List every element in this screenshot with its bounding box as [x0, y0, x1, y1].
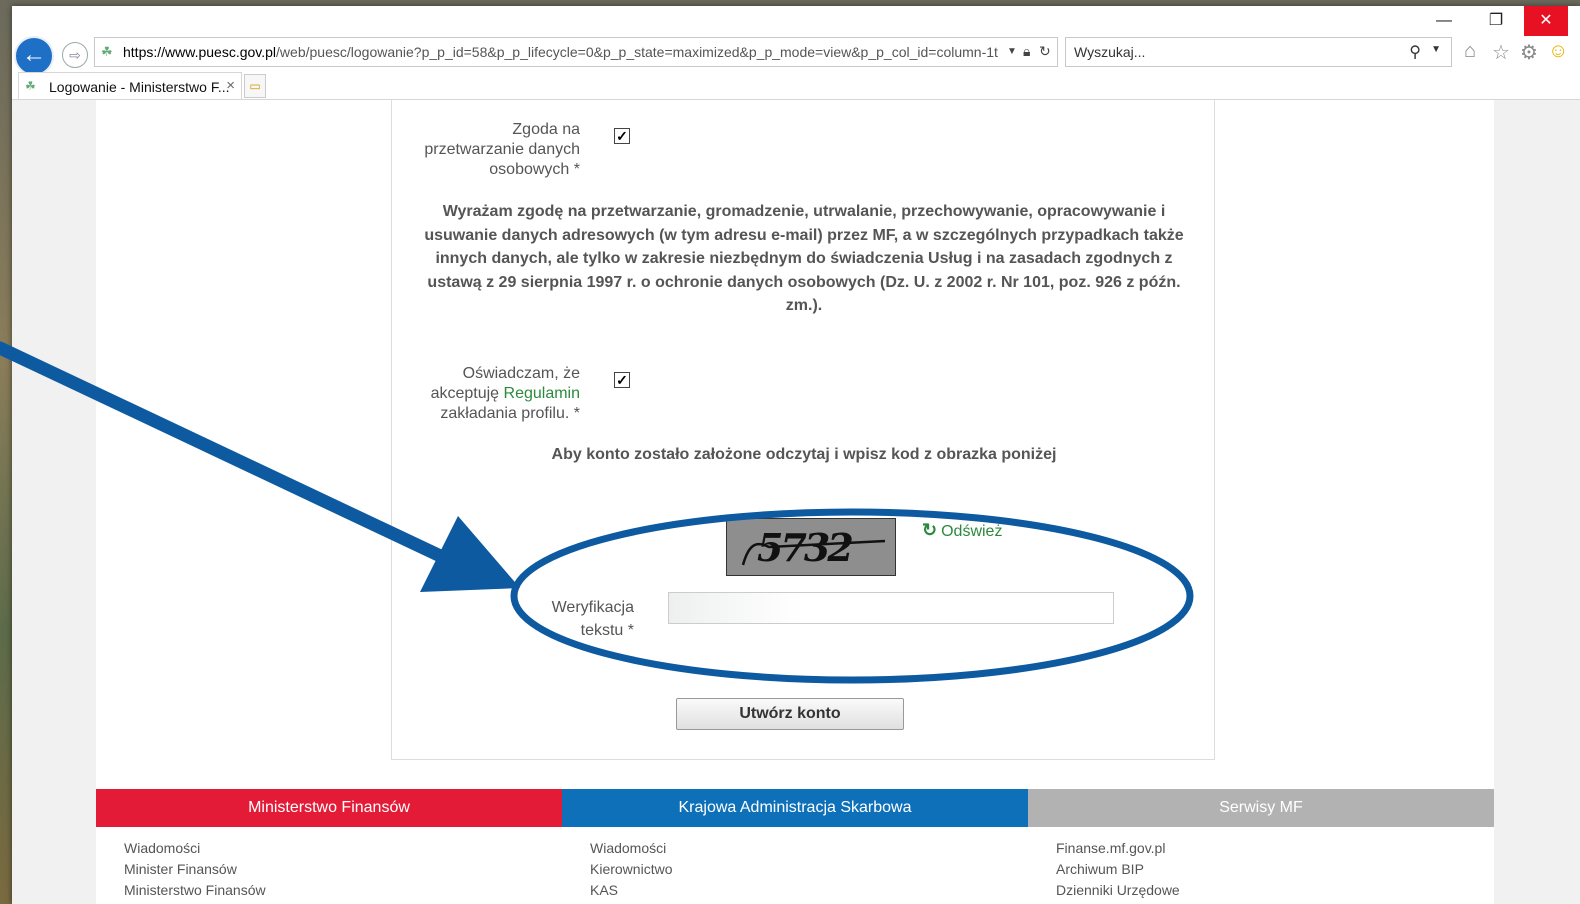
content-column: Zgoda na przetwarzanie danych osobowych … [96, 100, 1494, 904]
url-text[interactable]: https://www.puesc.gov.pl/web/puesc/logow… [123, 44, 1003, 60]
verification-text-input[interactable] [668, 592, 1114, 624]
search-dropdown-icon[interactable]: ▼ [1431, 44, 1441, 55]
url-host: https://www.puesc.gov.pl [123, 44, 277, 60]
lock-icon[interactable]: 🔒︎ [1023, 43, 1030, 60]
footer-link[interactable]: Wiadomości [590, 838, 672, 859]
gear-icon[interactable]: ⚙ [1520, 40, 1538, 65]
footer-head-kas[interactable]: Krajowa Administracja Skarbowa [562, 789, 1028, 827]
footer-head-serwisy[interactable]: Serwisy MF [1028, 789, 1494, 827]
forward-arrow-icon: ⇨ [69, 47, 81, 63]
site-favicon-icon: ☘ [101, 44, 113, 59]
browser-window: — ❐ ✕ ← ⇨ ☘ https://www.puesc.gov.pl/web… [12, 6, 1580, 904]
footer-link[interactable]: Kierownictwo [590, 859, 672, 880]
tab-logowanie[interactable]: ☘ Logowanie - Ministerstwo F... × [18, 72, 242, 100]
search-icon[interactable]: ⚲ [1409, 42, 1421, 62]
url-dropdown-icon[interactable]: ▼ [1007, 46, 1017, 57]
smiley-feedback-icon[interactable]: ☺ [1548, 40, 1568, 63]
terms-label: Oświadczam, że akceptuję Regulamin zakła… [412, 364, 580, 424]
refresh-label: Odśwież [941, 523, 1003, 540]
captcha-heading: Aby konto zostało założone odczytaj i wp… [551, 446, 1057, 463]
footer-link[interactable]: Archiwum BIP [1056, 859, 1180, 880]
footer-link[interactable]: Finanse.mf.gov.pl [1056, 838, 1180, 859]
tab-close-icon[interactable]: × [226, 77, 235, 94]
footer-link[interactable]: Minister Finansów [124, 859, 266, 880]
forward-button[interactable]: ⇨ [62, 42, 88, 68]
consent-checkbox[interactable]: ✓ [614, 128, 630, 144]
captcha-image: 5732 [726, 518, 896, 576]
terms-label-after: zakładania profilu. * [440, 405, 580, 422]
create-account-button[interactable]: Utwórz konto [676, 698, 904, 730]
new-tab-button[interactable]: ▭ [244, 74, 266, 98]
reload-icon[interactable]: ↻ [1039, 43, 1051, 60]
footer-head-mf[interactable]: Ministerstwo Finansów [96, 789, 562, 827]
page-viewport: Zgoda na przetwarzanie danych osobowych … [12, 100, 1580, 904]
back-button[interactable]: ← [14, 36, 54, 76]
captcha-code: 5732 [757, 525, 854, 570]
terms-checkbox[interactable]: ✓ [614, 372, 630, 388]
home-icon[interactable]: ⌂ [1464, 40, 1476, 63]
footer-links-serwisy: Finanse.mf.gov.pl Archiwum BIP Dzienniki… [1056, 838, 1180, 901]
search-box[interactable]: Wyszukaj... ⚲ ▼ [1065, 37, 1452, 67]
address-toolbar: — ❐ ✕ ← ⇨ ☘ https://www.puesc.gov.pl/web… [12, 6, 1580, 76]
footer-link[interactable]: KAS [590, 880, 672, 901]
footer-link[interactable]: Ministerstwo Finansów [124, 880, 266, 901]
footer-links-mf: Wiadomości Minister Finansów Ministerstw… [124, 838, 266, 901]
verify-label: Weryfikacja tekstu * [551, 599, 634, 639]
consent-text: Wyrażam zgodę na przetwarzanie, gromadze… [424, 203, 1184, 314]
close-window-icon[interactable]: ✕ [1524, 6, 1568, 36]
restore-icon[interactable]: ❐ [1474, 6, 1518, 36]
registration-form-panel: Zgoda na przetwarzanie danych osobowych … [391, 100, 1215, 760]
favorites-star-icon[interactable]: ☆ [1492, 40, 1510, 65]
address-bar[interactable]: ☘ https://www.puesc.gov.pl/web/puesc/log… [94, 37, 1058, 67]
refresh-icon: ↻ [922, 520, 938, 540]
terms-link[interactable]: Regulamin [504, 385, 580, 402]
footer-header-bar: Ministerstwo Finansów Krajowa Administra… [96, 789, 1494, 827]
minimize-icon[interactable]: — [1422, 6, 1466, 36]
tab-title: Logowanie - Ministerstwo F... [49, 79, 230, 95]
search-input[interactable]: Wyszukaj... [1074, 44, 1145, 60]
url-path: /web/puesc/logowanie?p_p_id=58&p_p_lifec… [276, 44, 998, 60]
footer-link[interactable]: Dzienniki Urzędowe [1056, 880, 1180, 901]
tab-favicon-icon: ☘ [25, 79, 36, 93]
footer-links-kas: Wiadomości Kierownictwo KAS [590, 838, 672, 901]
footer-link[interactable]: Wiadomości [124, 838, 266, 859]
consent-label: Zgoda na przetwarzanie danych osobowych … [424, 121, 580, 178]
refresh-captcha-link[interactable]: ↻ Odśwież [922, 520, 1002, 541]
back-arrow-icon: ← [22, 41, 46, 68]
